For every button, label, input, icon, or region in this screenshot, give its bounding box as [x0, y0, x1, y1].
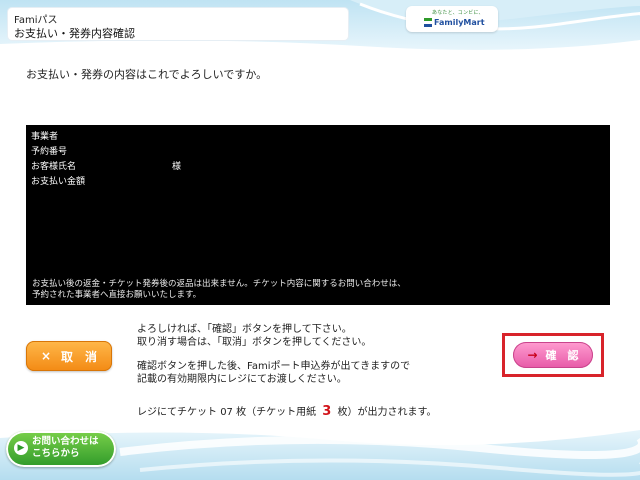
detail-label-payment-amount: お支払い金額 [31, 177, 86, 187]
inquiry-line-1: お問い合わせは [32, 436, 99, 447]
confirm-button[interactable]: → 確 認 [513, 342, 593, 368]
detail-label-vendor: 事業者 [31, 132, 59, 142]
logo-name: FamilyMart [434, 18, 485, 27]
cancel-button[interactable]: × 取 消 [26, 341, 112, 371]
detail-label-customer-name: お客様氏名 [31, 162, 77, 172]
page-subtitle: Famiパス [14, 15, 58, 26]
detail-label-reservation-number: 予約番号 [31, 147, 68, 157]
arrow-right-icon: → [527, 348, 538, 362]
cancel-button-label: 取 消 [61, 349, 98, 364]
instruction-line-1: よろしければ、「確認」ボタンを押して下さい。 [137, 324, 352, 335]
inquiry-line-2: こちらから [32, 448, 80, 459]
output-prefix: レジにてチケット [137, 407, 217, 418]
confirm-highlight-frame: → 確 認 [502, 333, 604, 377]
instruction-line-3: 確認ボタンを押した後、Famiポート申込券が出てきますので [137, 361, 411, 372]
page-title: お支払い・発券内容確認 [14, 27, 135, 40]
ticket-count: 07 [220, 407, 233, 418]
confirm-button-label: 確 認 [545, 349, 579, 362]
familymart-logo: あなたと、コンビに、 FamilyMart [406, 6, 498, 32]
confirmation-prompt: お支払い・発券の内容はこれでよろしいですか。 [26, 68, 268, 81]
arrow-right-icon: ▶ [14, 441, 28, 455]
detail-honorific: 様 [172, 162, 182, 172]
output-suffix: 枚）が出力されます。 [337, 407, 437, 418]
refund-notice-line1: お支払い後の返金・チケット発券後の返品は出来ません。チケット内容に関するお問い合… [32, 279, 406, 289]
instruction-line-2: 取り消す場合は、「取消」ボタンを押してください。 [137, 337, 372, 348]
output-mid: 枚（チケット用紙 [236, 407, 317, 418]
paper-count: 3 [322, 404, 332, 419]
inquiry-button[interactable]: ▶ お問い合わせは こちらから [6, 431, 116, 467]
inquiry-button-label: お問い合わせは こちらから [32, 436, 99, 460]
ticket-output-info: レジにてチケット 07 枚（チケット用紙 3 枚）が出力されます。 [137, 403, 437, 419]
refund-notice-line2: 予約された事業者へ直接お願いいたします。 [32, 290, 202, 300]
refund-notice: お支払い後の返金・チケット発券後の返品は出来ません。チケット内容に関するお問い合… [32, 279, 406, 301]
familymart-mark-icon [424, 18, 432, 27]
cancel-x-icon: × [40, 349, 52, 363]
page-title-panel: Famiパス お支払い・発券内容確認 [8, 8, 348, 40]
logo-tagline: あなたと、コンビに、 [432, 10, 484, 16]
instruction-line-4: 記載の有効期限内にレジにてお渡しください。 [137, 374, 347, 385]
details-panel: 事業者 予約番号 お客様氏名 様 お支払い金額 お支払い後の返金・チケット発券後… [26, 125, 610, 305]
